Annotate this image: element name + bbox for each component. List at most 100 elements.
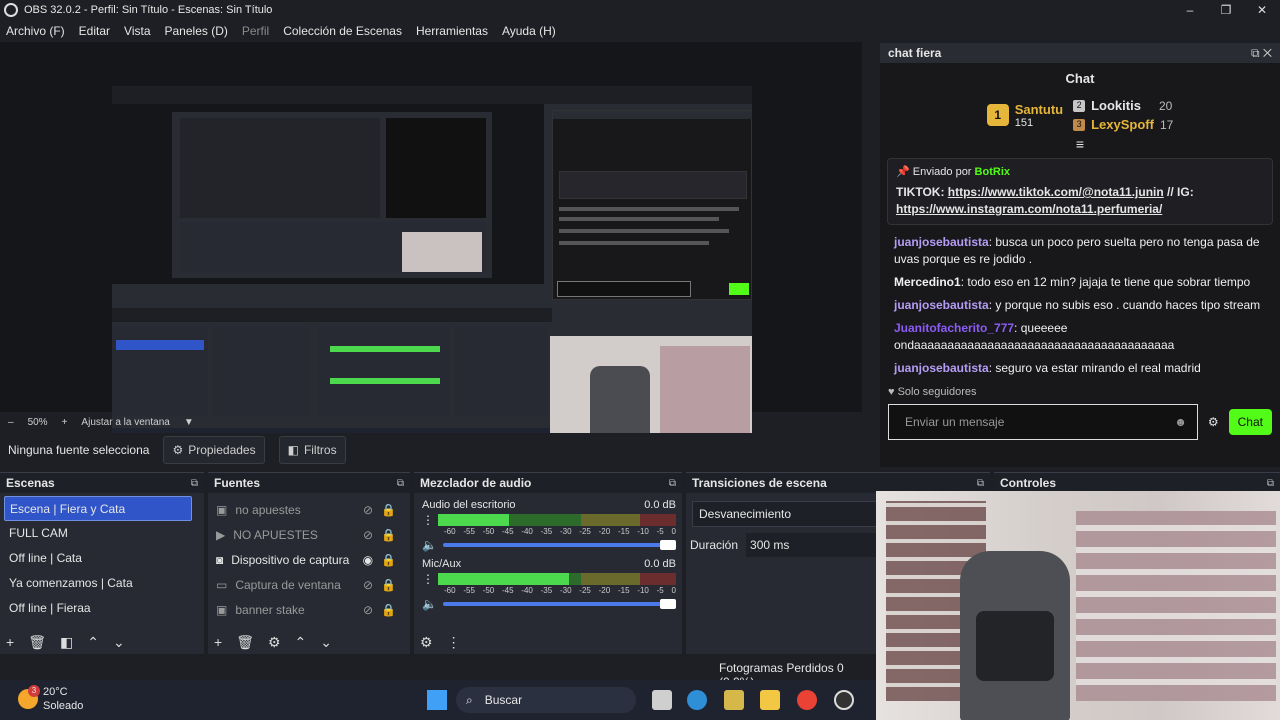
eye-slash-icon[interactable]: ⊘ (363, 578, 373, 592)
emoji-icon[interactable]: ☻ (1174, 415, 1187, 429)
edge-browser-icon[interactable] (687, 690, 707, 710)
scenes-toolbar: + 🗑 ◧ ⌃ ⌄ (0, 630, 204, 654)
chevron-down-icon[interactable]: ⌄ (113, 634, 125, 651)
popout-icon[interactable]: ⧉ (397, 478, 404, 489)
kebab-menu-icon[interactable]: ⋮ (422, 572, 434, 586)
lock-icon[interactable]: 🔒 (381, 503, 396, 517)
properties-label: Propiedades (188, 443, 256, 457)
source-item[interactable]: ▣ no apuestes ⊘ 🔒 (208, 497, 410, 522)
menu-docks[interactable]: Paneles (D) (165, 24, 228, 38)
source-item[interactable]: ◙ Dispositivo de captura ◉ 🔒 (208, 547, 410, 572)
zoom-out-button[interactable]: – (8, 417, 14, 428)
chevron-up-icon[interactable]: ⌃ (295, 634, 307, 651)
menu-profile[interactable]: Perfil (242, 24, 269, 38)
pin-icon: 📌 (896, 166, 910, 178)
popout-icon[interactable]: ⧉ (977, 478, 984, 489)
preview-canvas[interactable] (112, 86, 752, 450)
chat-input-placeholder: Enviar un mensaje (905, 415, 1005, 429)
volume-slider[interactable] (442, 599, 676, 609)
preview-area[interactable] (0, 42, 862, 450)
obs-taskbar-icon[interactable] (834, 690, 854, 710)
chat-title: Chat (1065, 71, 1095, 86)
chat-username[interactable]: juanjosebautista (894, 361, 989, 375)
chat-dock-controls[interactable]: ⧉ ✕ (1251, 46, 1272, 61)
source-item[interactable]: ▣ banner stake ⊘ 🔒 (208, 597, 410, 622)
chat-username[interactable]: Mercedino1 (894, 275, 961, 289)
pinned-link[interactable]: https://www.tiktok.com/@nota11.junin (948, 185, 1164, 199)
eye-slash-icon[interactable]: ⊘ (363, 503, 373, 517)
maximize-button[interactable]: ❐ (1208, 0, 1244, 20)
gear-icon[interactable]: ⚙ (1208, 415, 1219, 429)
windows-start-icon[interactable] (427, 690, 447, 710)
lock-icon[interactable]: 🔒 (381, 578, 396, 592)
popout-icon[interactable]: ⧉ (191, 478, 198, 489)
popout-icon[interactable]: ⧉ (669, 478, 676, 489)
chevron-up-icon[interactable]: ⌃ (87, 634, 99, 651)
close-button[interactable]: ✕ (1244, 0, 1280, 20)
lock-icon[interactable]: 🔒 (381, 553, 396, 567)
menu-file[interactable]: Archivo (F) (6, 24, 65, 38)
trash-icon[interactable]: 🗑 (28, 634, 46, 651)
taskbar: 3 20°C Soleado ⌕ Buscar (0, 680, 876, 720)
advanced-audio-icon[interactable]: ⚙ (420, 634, 433, 651)
chat-input[interactable]: Enviar un mensaje ☻ (888, 404, 1198, 440)
scene-item[interactable]: FULL CAM (4, 521, 192, 546)
add-icon[interactable]: + (214, 634, 222, 650)
expand-leaderboard-icon[interactable]: ≡ (880, 136, 1280, 152)
scene-item[interactable]: Off line | Fieraa (4, 596, 192, 621)
add-icon[interactable]: + (6, 634, 14, 650)
chevron-down-icon[interactable]: ⌄ (320, 634, 332, 651)
search-box[interactable]: ⌕ Buscar (456, 687, 636, 713)
chrome-icon[interactable] (797, 690, 817, 710)
source-item[interactable]: ▶ NO APUESTES ⊘ 🔒 (208, 522, 410, 547)
menu-tools[interactable]: Herramientas (416, 24, 488, 38)
source-item[interactable]: ▭ Captura de ventana ⊘ 🔒 (208, 572, 410, 597)
zoom-in-button[interactable]: + (62, 417, 68, 428)
lock-icon[interactable]: 🔒 (381, 528, 396, 542)
speaker-icon[interactable]: 🔈 (422, 538, 437, 552)
chat-send-button[interactable]: Chat (1228, 409, 1272, 435)
zoom-fit-dropdown[interactable]: Ajustar a la ventana (81, 417, 169, 428)
scale-tick: -40 (521, 527, 533, 536)
filter-icon[interactable]: ◧ (60, 634, 73, 651)
menu-scene-collection[interactable]: Colección de Escenas (283, 24, 402, 38)
pinned-message: 📌 Enviado por BotRix TIKTOK: https://www… (887, 158, 1273, 225)
chat-username[interactable]: juanjosebautista (894, 298, 989, 312)
source-name: Captura de ventana (235, 577, 341, 592)
scene-item[interactable]: Off line | Cata (4, 546, 192, 571)
trash-icon[interactable]: 🗑 (236, 634, 254, 651)
task-view-icon[interactable] (652, 690, 672, 710)
kebab-menu-icon[interactable]: ⋮ (422, 513, 434, 527)
chat-username[interactable]: Juanitofacherito_777 (894, 321, 1014, 335)
kebab-menu-icon[interactable]: ⋮ (447, 634, 461, 651)
speaker-icon[interactable]: 🔈 (422, 597, 437, 611)
chat-username[interactable]: juanjosebautista (894, 235, 989, 249)
minimize-button[interactable]: – (1172, 0, 1208, 20)
properties-button[interactable]: ⚙ Propiedades (163, 436, 265, 464)
volume-slider[interactable] (442, 540, 676, 550)
menu-view[interactable]: Vista (124, 24, 150, 38)
eye-slash-icon[interactable]: ⊘ (363, 603, 373, 617)
scene-item[interactable]: Escena | Fiera y Cata (4, 496, 192, 521)
scene-item[interactable]: Ya comenzamos | Cata (4, 571, 192, 596)
slider-handle[interactable] (660, 599, 676, 609)
menu-edit[interactable]: Editar (79, 24, 110, 38)
filters-button[interactable]: ◧ Filtros (278, 436, 346, 464)
lock-icon[interactable]: 🔒 (381, 603, 396, 617)
menu-help[interactable]: Ayuda (H) (502, 24, 556, 38)
chat-message: juanjosebautista: seguro va estar mirand… (880, 357, 1280, 380)
pinned-link[interactable]: https://www.instagram.com/nota11.perfume… (896, 202, 1162, 216)
scale-tick: -50 (482, 586, 495, 595)
eye-slash-icon[interactable]: ⊘ (363, 528, 373, 542)
eye-icon[interactable]: ◉ (363, 553, 373, 567)
chevron-down-icon[interactable]: ▼ (184, 417, 194, 428)
popout-icon[interactable]: ⧉ (1267, 478, 1274, 489)
gear-icon[interactable]: ⚙ (268, 634, 281, 651)
slider-handle[interactable] (660, 540, 676, 550)
rank-badge: 3 (1073, 118, 1086, 131)
menu-bar: Archivo (F) Editar Vista Paneles (D) Per… (0, 20, 876, 42)
scale-tick: -30 (559, 527, 572, 536)
app-icon[interactable] (724, 690, 744, 710)
weather-temp: 20°C (43, 686, 68, 698)
file-explorer-icon[interactable] (760, 690, 780, 710)
